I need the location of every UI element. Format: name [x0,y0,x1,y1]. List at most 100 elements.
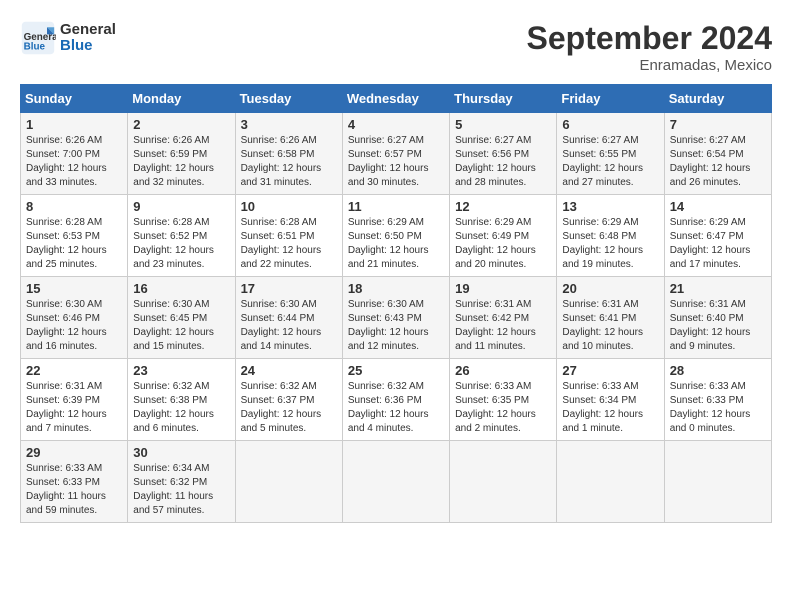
location: Enramadas, Mexico [527,57,772,74]
day-info: Sunrise: 6:31 AM Sunset: 6:39 PM Dayligh… [26,380,122,436]
calendar-cell: 4 Sunrise: 6:27 AM Sunset: 6:57 PM Daylig… [342,113,449,195]
calendar-table: SundayMondayTuesdayWednesdayThursdayFrid… [20,84,772,523]
header-wednesday: Wednesday [342,85,449,113]
day-info: Sunrise: 6:28 AM Sunset: 6:52 PM Dayligh… [133,216,229,272]
day-info: Sunrise: 6:28 AM Sunset: 6:53 PM Dayligh… [26,216,122,272]
day-info: Sunrise: 6:30 AM Sunset: 6:43 PM Dayligh… [348,298,444,354]
day-number: 25 [348,363,444,378]
calendar-cell: 2 Sunrise: 6:26 AM Sunset: 6:59 PM Daylig… [128,113,235,195]
day-number: 13 [562,199,658,214]
day-number: 10 [241,199,337,214]
day-number: 30 [133,445,229,460]
day-number: 28 [670,363,766,378]
calendar-cell: 16 Sunrise: 6:30 AM Sunset: 6:45 PM Dayli… [128,277,235,359]
day-number: 9 [133,199,229,214]
calendar-cell: 21Sunrise: 6:31 AM Sunset: 6:40 PM Dayli… [664,277,771,359]
day-number: 20 [562,281,658,296]
day-number: 5 [455,117,551,132]
header-saturday: Saturday [664,85,771,113]
logo-line1: General [60,22,116,39]
logo: General Blue General Blue [20,20,116,56]
day-number: 26 [455,363,551,378]
logo-line2: Blue [60,38,116,55]
day-info: Sunrise: 6:29 AM Sunset: 6:49 PM Dayligh… [455,216,551,272]
calendar-cell: 10Sunrise: 6:28 AM Sunset: 6:51 PM Dayli… [235,195,342,277]
day-info: Sunrise: 6:27 AM Sunset: 6:56 PM Dayligh… [455,134,551,190]
calendar-cell: 27Sunrise: 6:33 AM Sunset: 6:34 PM Dayli… [557,359,664,441]
header: General Blue General Blue September 2024… [20,20,772,74]
calendar-cell: 15Sunrise: 6:30 AM Sunset: 6:46 PM Dayli… [21,277,128,359]
day-number: 15 [26,281,122,296]
day-number: 2 [133,117,229,132]
day-number: 11 [348,199,444,214]
day-number: 24 [241,363,337,378]
day-number: 16 [133,281,229,296]
day-info: Sunrise: 6:31 AM Sunset: 6:41 PM Dayligh… [562,298,658,354]
day-number: 7 [670,117,766,132]
day-info: Sunrise: 6:33 AM Sunset: 6:33 PM Dayligh… [26,462,122,518]
calendar-cell [235,441,342,523]
calendar-cell: 19 Sunrise: 6:31 AM Sunset: 6:42 PM Dayli… [450,277,557,359]
calendar-cell: 26 Sunrise: 6:33 AM Sunset: 6:35 PM Dayli… [450,359,557,441]
calendar-cell: 29 Sunrise: 6:33 AM Sunset: 6:33 PM Dayli… [21,441,128,523]
day-info: Sunrise: 6:29 AM Sunset: 6:50 PM Dayligh… [348,216,444,272]
calendar-week-row: 8Sunrise: 6:28 AM Sunset: 6:53 PM Daylig… [21,195,772,277]
day-number: 17 [241,281,337,296]
day-number: 19 [455,281,551,296]
calendar-cell: 23Sunrise: 6:32 AM Sunset: 6:38 PM Dayli… [128,359,235,441]
header-tuesday: Tuesday [235,85,342,113]
day-number: 29 [26,445,122,460]
title-area: September 2024 Enramadas, Mexico [527,20,772,74]
day-info: Sunrise: 6:33 AM Sunset: 6:35 PM Dayligh… [455,380,551,436]
day-info: Sunrise: 6:34 AM Sunset: 6:32 PM Dayligh… [133,462,229,518]
day-number: 18 [348,281,444,296]
calendar-week-row: 1 Sunrise: 6:26 AM Sunset: 7:00 PM Daylig… [21,113,772,195]
calendar-cell [557,441,664,523]
day-number: 6 [562,117,658,132]
day-info: Sunrise: 6:32 AM Sunset: 6:37 PM Dayligh… [241,380,337,436]
calendar-cell: 6 Sunrise: 6:27 AM Sunset: 6:55 PM Daylig… [557,113,664,195]
calendar-cell: 17 Sunrise: 6:30 AM Sunset: 6:44 PM Dayli… [235,277,342,359]
header-monday: Monday [128,85,235,113]
calendar-header-row: SundayMondayTuesdayWednesdayThursdayFrid… [21,85,772,113]
day-info: Sunrise: 6:30 AM Sunset: 6:44 PM Dayligh… [241,298,337,354]
header-sunday: Sunday [21,85,128,113]
day-number: 4 [348,117,444,132]
day-info: Sunrise: 6:32 AM Sunset: 6:38 PM Dayligh… [133,380,229,436]
day-number: 27 [562,363,658,378]
calendar-cell: 28 Sunrise: 6:33 AM Sunset: 6:33 PM Dayli… [664,359,771,441]
day-info: Sunrise: 6:30 AM Sunset: 6:45 PM Dayligh… [133,298,229,354]
day-info: Sunrise: 6:26 AM Sunset: 7:00 PM Dayligh… [26,134,122,190]
day-number: 12 [455,199,551,214]
day-info: Sunrise: 6:31 AM Sunset: 6:42 PM Dayligh… [455,298,551,354]
calendar-cell: 24 Sunrise: 6:32 AM Sunset: 6:37 PM Dayli… [235,359,342,441]
calendar-cell: 9 Sunrise: 6:28 AM Sunset: 6:52 PM Daylig… [128,195,235,277]
calendar-cell: 12 Sunrise: 6:29 AM Sunset: 6:49 PM Dayli… [450,195,557,277]
calendar-cell: 13 Sunrise: 6:29 AM Sunset: 6:48 PM Dayli… [557,195,664,277]
day-number: 1 [26,117,122,132]
day-number: 21 [670,281,766,296]
day-info: Sunrise: 6:29 AM Sunset: 6:48 PM Dayligh… [562,216,658,272]
day-info: Sunrise: 6:29 AM Sunset: 6:47 PM Dayligh… [670,216,766,272]
calendar-cell: 20 Sunrise: 6:31 AM Sunset: 6:41 PM Dayli… [557,277,664,359]
calendar-week-row: 22 Sunrise: 6:31 AM Sunset: 6:39 PM Dayli… [21,359,772,441]
calendar-week-row: 15Sunrise: 6:30 AM Sunset: 6:46 PM Dayli… [21,277,772,359]
day-number: 14 [670,199,766,214]
day-info: Sunrise: 6:26 AM Sunset: 6:58 PM Dayligh… [241,134,337,190]
day-info: Sunrise: 6:33 AM Sunset: 6:33 PM Dayligh… [670,380,766,436]
calendar-cell: 5 Sunrise: 6:27 AM Sunset: 6:56 PM Daylig… [450,113,557,195]
calendar-week-row: 29 Sunrise: 6:33 AM Sunset: 6:33 PM Dayli… [21,441,772,523]
header-thursday: Thursday [450,85,557,113]
month-title: September 2024 [527,20,772,57]
calendar-cell: 3Sunrise: 6:26 AM Sunset: 6:58 PM Daylig… [235,113,342,195]
calendar-cell: 22 Sunrise: 6:31 AM Sunset: 6:39 PM Dayli… [21,359,128,441]
day-info: Sunrise: 6:32 AM Sunset: 6:36 PM Dayligh… [348,380,444,436]
calendar-cell [664,441,771,523]
day-info: Sunrise: 6:27 AM Sunset: 6:55 PM Dayligh… [562,134,658,190]
calendar-cell: 18 Sunrise: 6:30 AM Sunset: 6:43 PM Dayli… [342,277,449,359]
calendar-cell: 1 Sunrise: 6:26 AM Sunset: 7:00 PM Daylig… [21,113,128,195]
day-info: Sunrise: 6:27 AM Sunset: 6:57 PM Dayligh… [348,134,444,190]
day-info: Sunrise: 6:26 AM Sunset: 6:59 PM Dayligh… [133,134,229,190]
calendar-cell: 14 Sunrise: 6:29 AM Sunset: 6:47 PM Dayli… [664,195,771,277]
day-number: 22 [26,363,122,378]
